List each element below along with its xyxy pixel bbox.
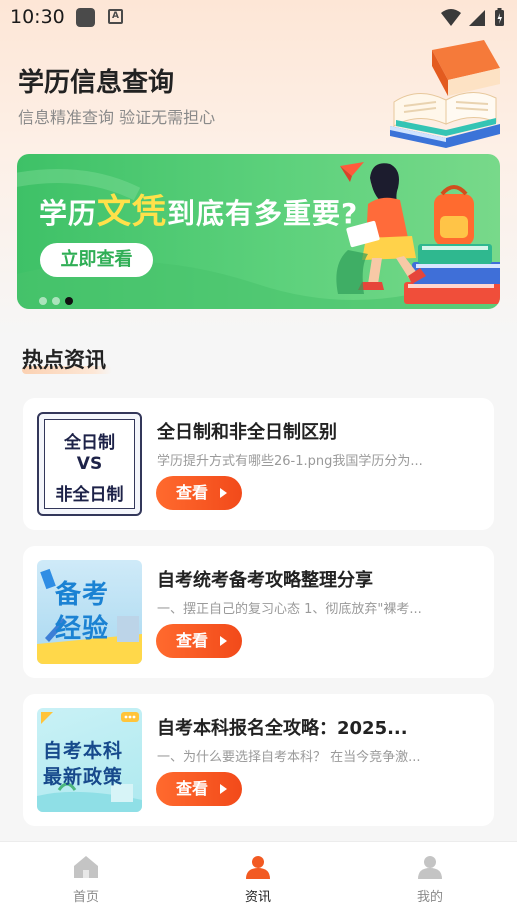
banner-dot[interactable] <box>52 297 60 305</box>
article-desc: 学历提升方式有哪些26-1.png我国学历分为... <box>157 454 423 469</box>
view-button[interactable]: 查看 <box>156 476 242 510</box>
page-title: 学历信息查询 <box>18 68 175 98</box>
nav-item-home[interactable]: 首页 <box>46 854 126 905</box>
thumb-line: VS <box>76 454 103 474</box>
thumb-line: 全日制 <box>64 433 115 453</box>
play-arrow-icon <box>220 488 227 498</box>
banner-view-button[interactable]: 立即查看 <box>40 243 153 277</box>
thumb-line: 非全日制 <box>55 485 124 505</box>
nav-label: 资讯 <box>244 890 271 905</box>
banner-title-highlight: 文凭 <box>97 192 168 232</box>
play-arrow-icon <box>220 784 227 794</box>
bottom-nav: 首页 资讯 我的 <box>0 841 517 919</box>
signal-icon <box>469 10 485 26</box>
article-desc: 一、摆正自己的复习心态 1、彻底放弃"裸考... <box>157 602 422 617</box>
article-card[interactable]: 自考本科 最新政策 自考本科报名全攻略：2025... 一、为什么要选择自考本科… <box>23 694 494 826</box>
home-icon <box>74 856 98 878</box>
banner-pagination <box>39 290 78 309</box>
article-title[interactable]: 全日制和非全日制区别 <box>157 418 337 444</box>
wifi-icon <box>441 9 461 26</box>
nav-label: 我的 <box>416 890 443 905</box>
article-thumbnail: 备考 经验 <box>37 560 142 664</box>
thumb-line: 备考 <box>55 580 110 610</box>
article-card[interactable]: 备考 经验 自考统考备考攻略整理分享 一、摆正自己的复习心态 1、彻底放弃"裸考… <box>23 546 494 678</box>
view-button-label: 查看 <box>176 631 209 650</box>
page-subtitle: 信息精准查询 验证无需担心 <box>18 108 216 127</box>
thumb-line: 经验 <box>55 614 110 644</box>
nav-item-news[interactable]: 资讯 <box>218 854 298 905</box>
play-arrow-icon <box>220 636 227 646</box>
books-illustration <box>388 38 506 152</box>
article-card[interactable]: 全日制 VS 非全日制 全日制和非全日制区别 学历提升方式有哪些26-1.png… <box>23 398 494 530</box>
student-reading-illustration <box>336 162 500 304</box>
view-button-label: 查看 <box>176 779 209 798</box>
promo-banner[interactable]: 学历文凭到底有多重要? 立即查看 <box>17 154 500 309</box>
nav-item-profile[interactable]: 我的 <box>390 854 470 905</box>
banner-title: 学历文凭到底有多重要? <box>39 192 359 232</box>
banner-dot[interactable] <box>39 297 47 305</box>
article-thumbnail: 全日制 VS 非全日制 <box>37 412 142 516</box>
view-button[interactable]: 查看 <box>156 772 242 806</box>
banner-dot-active[interactable] <box>65 297 73 305</box>
battery-icon <box>495 8 504 26</box>
nav-label: 首页 <box>72 890 99 905</box>
section-title: 热点资讯 <box>22 348 106 372</box>
status-icons <box>439 7 509 33</box>
article-title[interactable]: 自考统考备考攻略整理分享 <box>157 566 373 592</box>
thumb-line: 自考本科 <box>43 740 124 762</box>
view-button-label: 查看 <box>176 483 209 502</box>
app-notification-icon <box>76 8 95 27</box>
status-bar: 10:30 A <box>0 0 517 36</box>
article-title[interactable]: 自考本科报名全攻略：2025... <box>157 714 408 740</box>
user-icon <box>418 856 442 879</box>
article-desc: 一、为什么要选择自考本科？ 在当今竞争激... <box>157 750 421 765</box>
article-thumbnail: 自考本科 最新政策 <box>37 708 142 812</box>
status-time: 10:30 <box>10 6 65 28</box>
text-notification-icon: A <box>108 9 123 24</box>
view-button[interactable]: 查看 <box>156 624 242 658</box>
news-icon <box>246 856 270 879</box>
thumb-line: 最新政策 <box>43 766 124 788</box>
